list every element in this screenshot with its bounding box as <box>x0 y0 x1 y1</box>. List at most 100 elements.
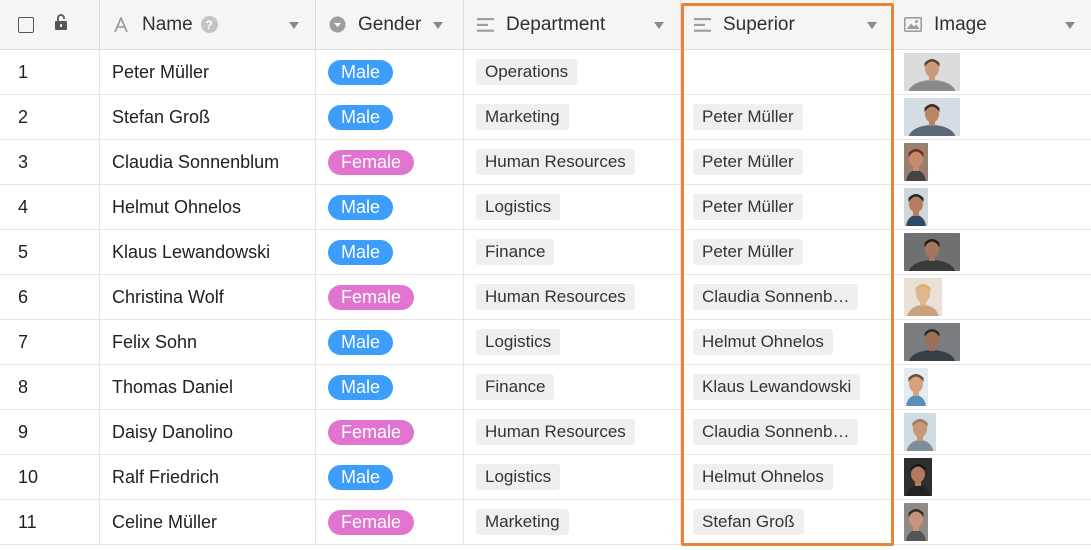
gender-cell[interactable]: Male <box>316 185 464 229</box>
superior-cell[interactable] <box>681 50 894 94</box>
superior-link-tag[interactable]: Peter Müller <box>693 194 803 220</box>
superior-link-tag[interactable]: Klaus Lewandowski <box>693 374 861 400</box>
superior-cell[interactable]: Peter Müller <box>681 185 894 229</box>
superior-link-tag[interactable]: Claudia Sonnenb… <box>693 419 859 445</box>
row-index-cell[interactable]: 7 <box>0 320 100 364</box>
table-row[interactable]: 9 Daisy Danolino Female Human Resources … <box>0 410 1091 455</box>
column-header-image[interactable]: Image <box>894 0 1091 49</box>
department-link-tag[interactable]: Human Resources <box>476 149 635 175</box>
row-index-cell[interactable]: 9 <box>0 410 100 454</box>
name-cell[interactable]: Daisy Danolino <box>100 410 316 454</box>
row-index-cell[interactable]: 1 <box>0 50 100 94</box>
department-cell[interactable]: Marketing <box>464 500 681 544</box>
image-cell[interactable] <box>894 95 1091 139</box>
profile-photo-thumbnail[interactable] <box>904 143 928 181</box>
gender-cell[interactable]: Male <box>316 320 464 364</box>
profile-photo-thumbnail[interactable] <box>904 233 960 271</box>
department-link-tag[interactable]: Human Resources <box>476 284 635 310</box>
department-cell[interactable]: Marketing <box>464 95 681 139</box>
name-cell[interactable]: Ralf Friedrich <box>100 455 316 499</box>
row-index-cell[interactable]: 5 <box>0 230 100 274</box>
profile-photo-thumbnail[interactable] <box>904 188 928 226</box>
column-header-name[interactable]: Name ? <box>100 0 316 49</box>
superior-cell[interactable]: Helmut Ohnelos <box>681 320 894 364</box>
image-cell[interactable] <box>894 50 1091 94</box>
superior-link-tag[interactable]: Stefan Groß <box>693 509 804 535</box>
table-row[interactable]: 11 Celine Müller Female Marketing Stefan… <box>0 500 1091 545</box>
superior-cell[interactable]: Klaus Lewandowski <box>681 365 894 409</box>
row-index-cell[interactable]: 8 <box>0 365 100 409</box>
column-header-superior[interactable]: Superior <box>681 0 894 49</box>
image-cell[interactable] <box>894 230 1091 274</box>
image-cell[interactable] <box>894 140 1091 184</box>
department-link-tag[interactable]: Logistics <box>476 194 561 220</box>
name-cell[interactable]: Celine Müller <box>100 500 316 544</box>
row-index-cell[interactable]: 4 <box>0 185 100 229</box>
superior-cell[interactable]: Peter Müller <box>681 95 894 139</box>
department-link-tag[interactable]: Finance <box>476 239 555 265</box>
table-row[interactable]: 5 Klaus Lewandowski Male Finance Peter M… <box>0 230 1091 275</box>
profile-photo-thumbnail[interactable] <box>904 323 960 361</box>
superior-cell[interactable]: Claudia Sonnenb… <box>681 275 894 319</box>
row-index-cell[interactable]: 6 <box>0 275 100 319</box>
row-index-cell[interactable]: 11 <box>0 500 100 544</box>
gender-cell[interactable]: Male <box>316 95 464 139</box>
table-row[interactable]: 2 Stefan Groß Male Marketing Peter Mülle… <box>0 95 1091 140</box>
department-link-tag[interactable]: Marketing <box>476 104 569 130</box>
chevron-down-icon[interactable] <box>289 21 299 29</box>
chevron-down-icon[interactable] <box>433 21 443 29</box>
table-row[interactable]: 6 Christina Wolf Female Human Resources … <box>0 275 1091 320</box>
profile-photo-thumbnail[interactable] <box>904 53 960 91</box>
profile-photo-thumbnail[interactable] <box>904 413 936 451</box>
gender-cell[interactable]: Male <box>316 50 464 94</box>
superior-link-tag[interactable]: Peter Müller <box>693 104 803 130</box>
table-row[interactable]: 4 Helmut Ohnelos Male Logistics Peter Mü… <box>0 185 1091 230</box>
superior-link-tag[interactable]: Peter Müller <box>693 239 803 265</box>
select-all-checkbox[interactable] <box>18 16 34 33</box>
image-cell[interactable] <box>894 455 1091 499</box>
department-cell[interactable]: Logistics <box>464 455 681 499</box>
superior-cell[interactable]: Claudia Sonnenb… <box>681 410 894 454</box>
department-link-tag[interactable]: Marketing <box>476 509 569 535</box>
image-cell[interactable] <box>894 185 1091 229</box>
department-cell[interactable]: Human Resources <box>464 140 681 184</box>
department-link-tag[interactable]: Human Resources <box>476 419 635 445</box>
superior-link-tag[interactable]: Helmut Ohnelos <box>693 464 833 490</box>
superior-cell[interactable]: Stefan Groß <box>681 500 894 544</box>
superior-link-tag[interactable]: Helmut Ohnelos <box>693 329 833 355</box>
superior-cell[interactable]: Peter Müller <box>681 140 894 184</box>
department-link-tag[interactable]: Finance <box>476 374 555 400</box>
profile-photo-thumbnail[interactable] <box>904 98 960 136</box>
table-row[interactable]: 10 Ralf Friedrich Male Logistics Helmut … <box>0 455 1091 500</box>
name-cell[interactable]: Klaus Lewandowski <box>100 230 316 274</box>
row-index-cell[interactable]: 3 <box>0 140 100 184</box>
row-index-cell[interactable]: 2 <box>0 95 100 139</box>
gender-cell[interactable]: Female <box>316 410 464 454</box>
department-cell[interactable]: Finance <box>464 230 681 274</box>
image-cell[interactable] <box>894 500 1091 544</box>
name-cell[interactable]: Peter Müller <box>100 50 316 94</box>
image-cell[interactable] <box>894 320 1091 364</box>
name-cell[interactable]: Claudia Sonnenblum <box>100 140 316 184</box>
column-header-department[interactable]: Department <box>464 0 681 49</box>
name-cell[interactable]: Thomas Daniel <box>100 365 316 409</box>
superior-cell[interactable]: Peter Müller <box>681 230 894 274</box>
row-index-cell[interactable]: 10 <box>0 455 100 499</box>
department-link-tag[interactable]: Operations <box>476 59 578 85</box>
name-cell[interactable]: Helmut Ohnelos <box>100 185 316 229</box>
chevron-down-icon[interactable] <box>867 21 877 29</box>
department-cell[interactable]: Finance <box>464 365 681 409</box>
gender-cell[interactable]: Male <box>316 365 464 409</box>
chevron-down-icon[interactable] <box>654 21 664 29</box>
help-icon[interactable]: ? <box>200 16 218 33</box>
department-cell[interactable]: Operations <box>464 50 681 94</box>
profile-photo-thumbnail[interactable] <box>904 458 932 496</box>
department-cell[interactable]: Human Resources <box>464 275 681 319</box>
table-row[interactable]: 7 Felix Sohn Male Logistics Helmut Ohnel… <box>0 320 1091 365</box>
department-link-tag[interactable]: Logistics <box>476 329 561 355</box>
image-cell[interactable] <box>894 275 1091 319</box>
department-cell[interactable]: Logistics <box>464 320 681 364</box>
name-cell[interactable]: Felix Sohn <box>100 320 316 364</box>
gender-cell[interactable]: Female <box>316 140 464 184</box>
department-link-tag[interactable]: Logistics <box>476 464 561 490</box>
